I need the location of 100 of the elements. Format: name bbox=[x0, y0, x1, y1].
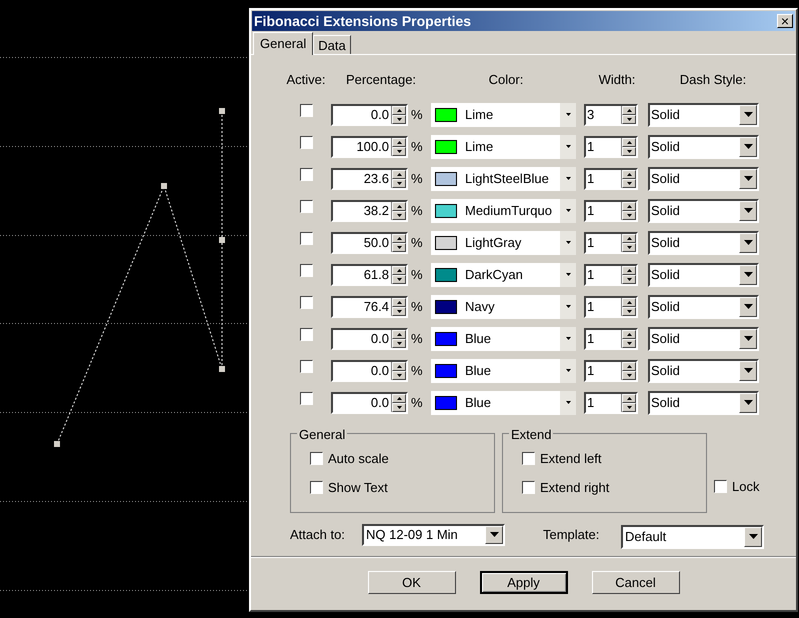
spinner-arrows-icon[interactable] bbox=[391, 362, 406, 380]
spinner-arrows-icon[interactable] bbox=[621, 330, 636, 348]
percentage-spinbox[interactable]: 76.4 bbox=[331, 296, 408, 318]
checkbox[interactable] bbox=[714, 480, 727, 493]
dash-style-dropdown[interactable]: Solid bbox=[648, 102, 759, 126]
percentage-spinbox[interactable]: 38.2 bbox=[331, 200, 408, 222]
spinner-arrows-icon[interactable] bbox=[391, 234, 406, 252]
active-header: Active: bbox=[285, 71, 326, 89]
option-label: Extend right bbox=[540, 479, 610, 497]
close-button[interactable]: × bbox=[777, 14, 793, 28]
checkbox[interactable] bbox=[300, 328, 312, 341]
percentage-spinbox[interactable]: 23.6 bbox=[331, 168, 408, 190]
percent-unit: % bbox=[410, 170, 424, 188]
color-dropdown[interactable]: LightSteelBlue bbox=[431, 166, 576, 190]
spinner-arrows-icon[interactable] bbox=[391, 298, 406, 316]
spinner-arrows-icon[interactable] bbox=[621, 170, 636, 188]
color-dropdown[interactable]: MediumTurquo bbox=[431, 198, 576, 222]
width-spinbox[interactable]: 1 bbox=[584, 168, 638, 190]
spinner-arrows-icon[interactable] bbox=[391, 170, 406, 188]
option-label: Show Text bbox=[328, 479, 388, 497]
percent-unit: % bbox=[410, 202, 424, 220]
checkbox[interactable] bbox=[300, 296, 312, 309]
spinner-arrows-icon[interactable] bbox=[621, 202, 636, 220]
percent-unit: % bbox=[410, 234, 424, 252]
attach-to-dropdown[interactable]: NQ 12-09 1 Min bbox=[362, 524, 505, 546]
color-dropdown[interactable]: Blue bbox=[431, 358, 576, 382]
checkbox[interactable] bbox=[522, 481, 535, 494]
color-dropdown[interactable]: DarkCyan bbox=[431, 262, 576, 286]
width-spinbox[interactable]: 1 bbox=[584, 200, 638, 222]
spinner-arrows-icon[interactable] bbox=[621, 266, 636, 284]
dash-style-dropdown[interactable]: Solid bbox=[648, 134, 759, 158]
tab[interactable]: Data bbox=[313, 35, 351, 54]
checkbox[interactable] bbox=[300, 392, 312, 405]
dash-style-dropdown[interactable]: Solid bbox=[648, 326, 759, 350]
dash-style-dropdown[interactable]: Solid bbox=[648, 198, 759, 222]
checkbox[interactable] bbox=[300, 104, 312, 117]
color-dropdown[interactable]: Lime bbox=[431, 102, 576, 126]
spinner-arrows-icon[interactable] bbox=[391, 138, 406, 156]
option-label: Auto scale bbox=[328, 450, 389, 468]
width-spinbox[interactable]: 1 bbox=[584, 264, 638, 286]
dash-style-dropdown[interactable]: Solid bbox=[648, 262, 759, 286]
spinner-arrows-icon[interactable] bbox=[391, 266, 406, 284]
checkbox[interactable] bbox=[300, 360, 312, 373]
option-label: Extend left bbox=[540, 450, 602, 468]
width-spinbox[interactable]: 1 bbox=[584, 296, 638, 318]
color-header: Color: bbox=[488, 71, 524, 89]
percent-unit: % bbox=[410, 266, 424, 284]
spinner-arrows-icon[interactable] bbox=[621, 362, 636, 380]
percent-unit: % bbox=[410, 362, 424, 380]
dash-style-dropdown[interactable]: Solid bbox=[648, 358, 759, 382]
tab[interactable]: General bbox=[253, 32, 314, 55]
spinner-arrows-icon[interactable] bbox=[391, 394, 406, 412]
color-dropdown[interactable]: LightGray bbox=[431, 230, 576, 254]
checkbox[interactable] bbox=[300, 232, 312, 245]
spinner-arrows-icon[interactable] bbox=[391, 330, 406, 348]
dialog-button[interactable]: OK bbox=[368, 571, 456, 594]
spinner-arrows-icon[interactable] bbox=[391, 202, 406, 220]
percent-unit: % bbox=[410, 330, 424, 348]
spinner-arrows-icon[interactable] bbox=[621, 234, 636, 252]
checkbox[interactable] bbox=[310, 481, 323, 494]
width-spinbox[interactable]: 1 bbox=[584, 328, 638, 350]
window-title: Fibonacci Extensions Properties bbox=[254, 12, 472, 31]
checkbox[interactable] bbox=[300, 264, 312, 277]
width-spinbox[interactable]: 1 bbox=[584, 360, 638, 382]
width-spinbox[interactable]: 1 bbox=[584, 392, 638, 414]
percentage-spinbox[interactable]: 0.0 bbox=[331, 392, 408, 414]
spinner-arrows-icon[interactable] bbox=[621, 394, 636, 412]
checkbox[interactable] bbox=[522, 452, 535, 465]
percentage-spinbox[interactable]: 0.0 bbox=[331, 328, 408, 350]
width-spinbox[interactable]: 1 bbox=[584, 232, 638, 254]
checkbox[interactable] bbox=[310, 452, 323, 465]
spinner-arrows-icon[interactable] bbox=[621, 106, 636, 124]
checkbox[interactable] bbox=[300, 168, 312, 181]
percent-unit: % bbox=[410, 106, 424, 124]
dash-style-dropdown[interactable]: Solid bbox=[648, 390, 759, 414]
checkbox[interactable] bbox=[300, 200, 312, 213]
width-spinbox[interactable]: 1 bbox=[584, 136, 638, 158]
percentage-spinbox[interactable]: 0.0 bbox=[331, 360, 408, 382]
percent-unit: % bbox=[410, 298, 424, 316]
color-dropdown[interactable]: Lime bbox=[431, 134, 576, 158]
color-dropdown[interactable]: Navy bbox=[431, 294, 576, 318]
spinner-arrows-icon[interactable] bbox=[621, 298, 636, 316]
percentage-spinbox[interactable]: 50.0 bbox=[331, 232, 408, 254]
percentage-spinbox[interactable]: 100.0 bbox=[331, 136, 408, 158]
width-spinbox[interactable]: 3 bbox=[584, 104, 638, 126]
color-dropdown[interactable]: Blue bbox=[431, 326, 576, 350]
attach-to-label: Attach to: bbox=[290, 526, 346, 544]
dialog-button[interactable]: Apply bbox=[480, 571, 568, 594]
spinner-arrows-icon[interactable] bbox=[391, 106, 406, 124]
dash-style-dropdown[interactable]: Solid bbox=[648, 230, 759, 254]
template-label: Template: bbox=[543, 526, 600, 544]
dash-style-dropdown[interactable]: Solid bbox=[648, 166, 759, 190]
percentage-spinbox[interactable]: 61.8 bbox=[331, 264, 408, 286]
dash-style-dropdown[interactable]: Solid bbox=[648, 294, 759, 318]
checkbox[interactable] bbox=[300, 136, 312, 149]
percentage-spinbox[interactable]: 0.0 bbox=[331, 104, 408, 126]
template-dropdown[interactable]: Default bbox=[621, 524, 764, 548]
color-dropdown[interactable]: Blue bbox=[431, 390, 576, 414]
dialog-button[interactable]: Cancel bbox=[592, 571, 680, 594]
spinner-arrows-icon[interactable] bbox=[621, 138, 636, 156]
